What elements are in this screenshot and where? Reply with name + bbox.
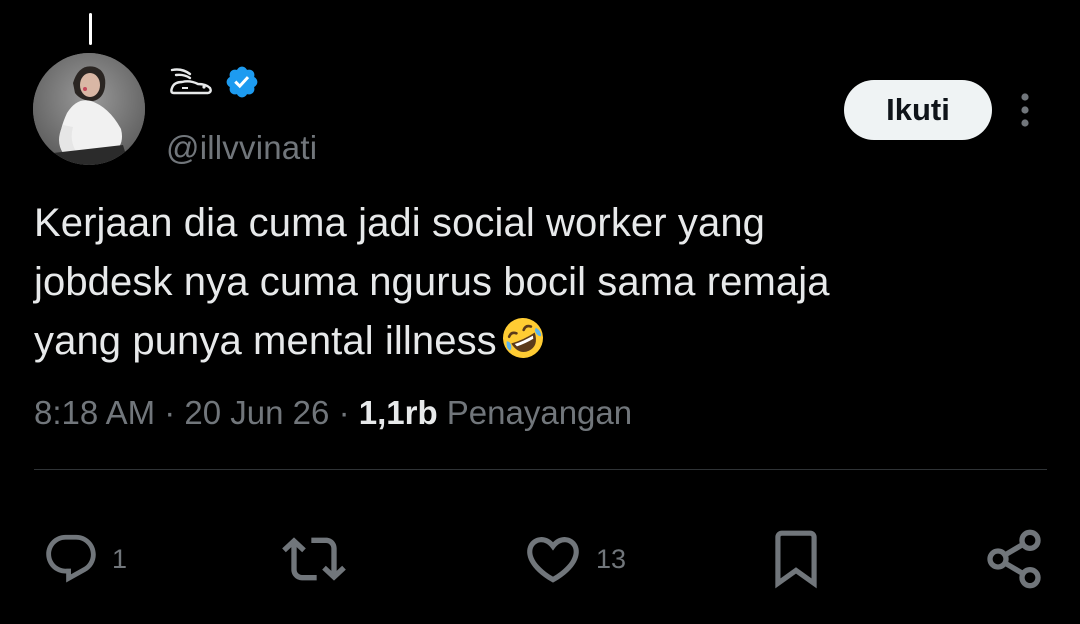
author-handle[interactable]: @illvvinati xyxy=(166,128,317,168)
avatar[interactable] xyxy=(33,53,145,165)
meta-separator: · xyxy=(164,394,176,431)
views-count[interactable]: 1,1rb xyxy=(359,394,438,431)
bookmark-button[interactable] xyxy=(768,528,824,590)
bookmark-icon xyxy=(768,528,824,590)
follow-button[interactable]: Ikuti xyxy=(844,80,992,140)
reply-count: 1 xyxy=(112,543,128,574)
meta-separator: · xyxy=(338,394,350,431)
tweet-text-line: yang punya mental illness xyxy=(34,312,1044,377)
heart-icon xyxy=(522,528,584,590)
rolling-on-the-floor-laughing-emoji-icon xyxy=(501,316,545,377)
tweet-text: Kerjaan dia cuma jadi social worker yang… xyxy=(34,194,1044,377)
share-button[interactable] xyxy=(982,528,1046,590)
more-vertical-icon[interactable] xyxy=(1008,88,1042,132)
repost-button[interactable] xyxy=(282,528,358,590)
rabbit-logo-icon[interactable] xyxy=(168,66,216,98)
tweet-text-line-content: yang punya mental illness xyxy=(34,319,497,363)
tweet-time[interactable]: 8:18 AM xyxy=(34,394,155,431)
tweet-text-line: jobdesk nya cuma ngurus bocil sama remaj… xyxy=(34,260,830,304)
views-label[interactable]: Penayangan xyxy=(447,394,632,431)
like-button[interactable]: 13 xyxy=(522,528,626,590)
reply-button[interactable]: 1 xyxy=(42,528,127,590)
repost-icon xyxy=(282,527,346,591)
tweet-meta: 8:18 AM · 20 Jun 26 · 1,1rb Penayangan xyxy=(34,390,632,436)
verified-badge-icon[interactable] xyxy=(224,64,260,100)
author-name-row xyxy=(168,62,260,102)
reply-icon xyxy=(42,530,100,588)
share-icon xyxy=(982,527,1046,591)
divider xyxy=(34,469,1047,470)
thread-connector-line xyxy=(89,13,92,45)
like-count: 13 xyxy=(596,543,627,574)
tweet-detail: @illvvinati Ikuti Kerjaan dia cuma jadi … xyxy=(0,0,1080,624)
tweet-date[interactable]: 20 Jun 26 xyxy=(184,394,329,431)
tweet-text-line: Kerjaan dia cuma jadi social worker yang xyxy=(34,201,766,245)
